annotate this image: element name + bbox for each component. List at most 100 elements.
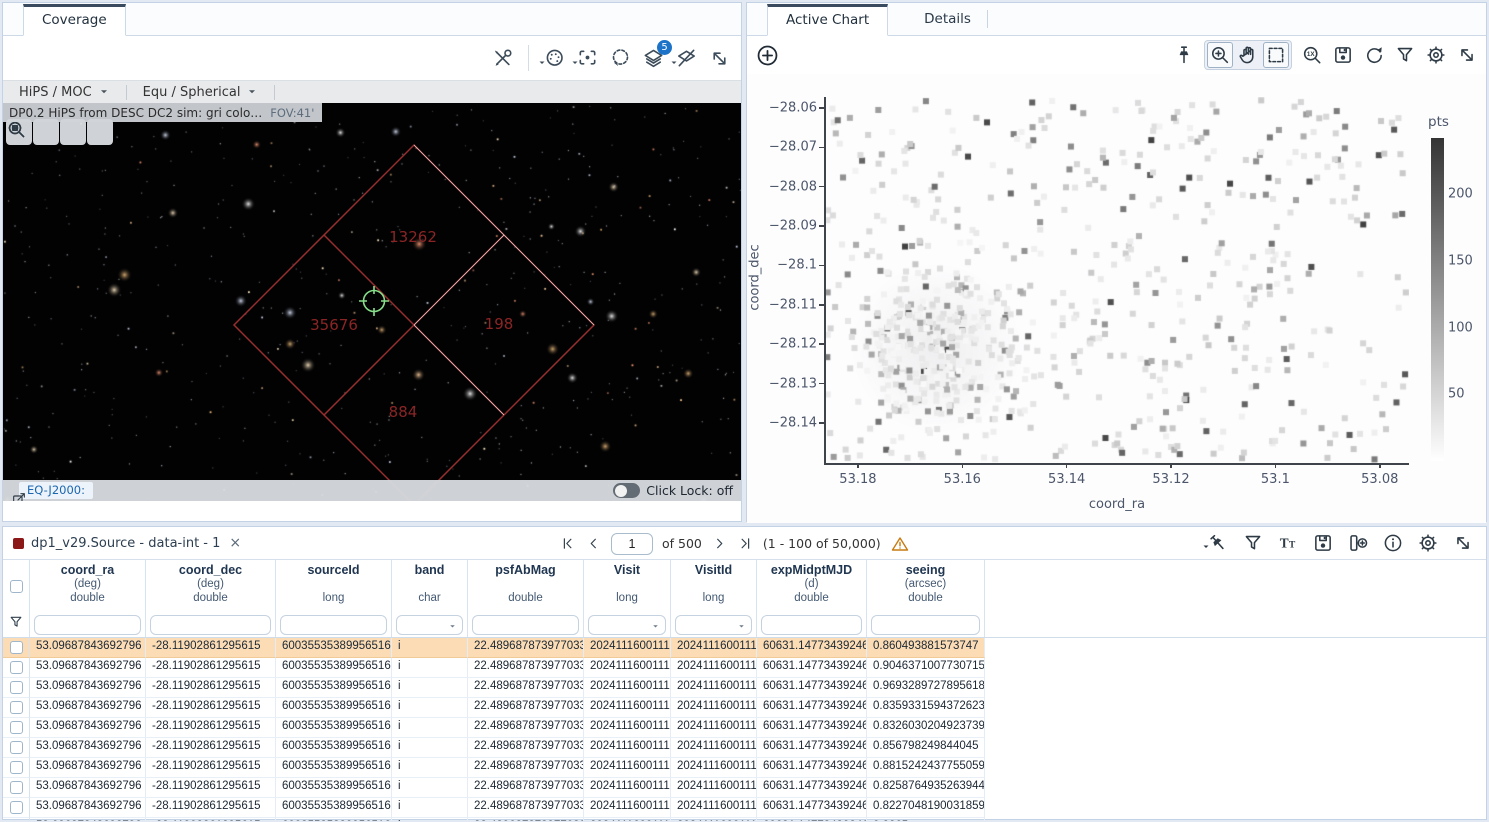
table-row[interactable]: 53.09687843692796-28.1190286129561560035…: [3, 818, 1486, 821]
table-row[interactable]: 53.09687843692796-28.1190286129561560035…: [3, 678, 1486, 698]
save-icon[interactable]: [1312, 532, 1334, 554]
expand-icon[interactable]: [708, 47, 731, 70]
save-icon[interactable]: [1332, 44, 1354, 66]
column-header-VisitId[interactable]: VisitIdlong: [671, 560, 757, 612]
pin-icon[interactable]: [1207, 532, 1229, 554]
layers-icon[interactable]: 5: [642, 47, 665, 70]
column-header-Visit[interactable]: Visitlong: [584, 560, 671, 612]
row-checkbox[interactable]: [10, 781, 23, 794]
layers-hide-icon[interactable]: [675, 47, 698, 70]
chart-plot-area[interactable]: coord_dec coord_ra pts −28.06 −28.07 −28…: [747, 74, 1486, 523]
table-row[interactable]: 53.09687843692796-28.1190286129561560035…: [3, 778, 1486, 798]
column-header-expMidptMJD[interactable]: expMidptMJD(d)double: [757, 560, 867, 612]
zoom-fit-icon[interactable]: [60, 119, 86, 145]
column-header-coord_ra[interactable]: coord_ra(deg)double: [30, 560, 146, 612]
tab-coverage[interactable]: Coverage: [23, 4, 126, 36]
moc-tile-label: 884: [389, 403, 418, 421]
column-header-seeing[interactable]: seeing(arcsec)double: [867, 560, 985, 612]
filter-input-coord_dec[interactable]: [150, 615, 271, 635]
prev-page-icon[interactable]: [585, 535, 602, 552]
colorbar-tick-label: 100: [1448, 320, 1473, 335]
table-row[interactable]: 53.09687843692796-28.1190286129561560035…: [3, 638, 1486, 658]
heatmap-canvas[interactable]: [824, 97, 1409, 463]
tab-active-chart[interactable]: Active Chart: [767, 4, 888, 36]
table-cell: i: [392, 638, 468, 658]
lasso-select-icon[interactable]: [609, 47, 632, 70]
tools-icon[interactable]: [491, 47, 514, 70]
text-view-icon[interactable]: TT: [1277, 532, 1299, 554]
row-checkbox[interactable]: [10, 701, 23, 714]
recenter-icon[interactable]: [576, 47, 599, 70]
selector-hips-moc[interactable]: HiPS / MOC: [3, 81, 126, 103]
table-row[interactable]: 53.09687843692796-28.1190286129561560035…: [3, 798, 1486, 818]
moc-tile-label: 35676: [310, 316, 358, 334]
column-header-psfAbMag[interactable]: psfAbMagdouble: [468, 560, 584, 612]
filter-input-psfAbMag[interactable]: [472, 615, 579, 635]
color-palette-icon[interactable]: [543, 47, 566, 70]
filter-select-band[interactable]: [396, 615, 463, 635]
column-header-band[interactable]: bandchar: [392, 560, 468, 612]
page-number-input[interactable]: [611, 533, 653, 555]
pin-icon[interactable]: [1173, 44, 1195, 66]
row-checkbox[interactable]: [10, 761, 23, 774]
info-icon[interactable]: [1382, 532, 1404, 554]
row-checkbox[interactable]: [10, 641, 23, 654]
warning-icon[interactable]: [890, 534, 910, 554]
zoom-fill-icon[interactable]: [87, 119, 113, 145]
table-cell: 22.489687873977033: [468, 678, 584, 698]
filter-input-seeing[interactable]: [871, 615, 980, 635]
filter-icon[interactable]: [1394, 44, 1416, 66]
select-area-icon[interactable]: [1263, 42, 1289, 68]
filter-select-Visit[interactable]: [588, 615, 666, 635]
column-header-sourceId[interactable]: sourceIdlong: [276, 560, 392, 612]
column-header-coord_dec[interactable]: coord_dec(deg)double: [146, 560, 276, 612]
table-row[interactable]: 53.09687843692796-28.1190286129561560035…: [3, 718, 1486, 738]
click-lock-toggle[interactable]: [613, 483, 640, 498]
last-page-icon[interactable]: [737, 535, 754, 552]
expand-icon[interactable]: [1456, 44, 1478, 66]
settings-icon[interactable]: [1417, 532, 1439, 554]
zoom-out-icon[interactable]: [33, 119, 59, 145]
filter-select-VisitId[interactable]: [675, 615, 752, 635]
filter-icon[interactable]: [8, 614, 24, 635]
table-row[interactable]: 53.09687843692796-28.1190286129561560035…: [3, 698, 1486, 718]
filter-icon[interactable]: [1242, 532, 1264, 554]
table-tab[interactable]: dp1_v29.Source - data-int - 1 ×: [3, 535, 253, 551]
zoom-in-icon[interactable]: [1207, 42, 1233, 68]
table-cell: 22.489687873977033: [468, 778, 584, 798]
zoom-1x-icon[interactable]: 1X: [1301, 44, 1323, 66]
settings-icon[interactable]: [1425, 44, 1447, 66]
table-row[interactable]: 53.09687843692796-28.1190286129561560035…: [3, 658, 1486, 678]
first-page-icon[interactable]: [559, 535, 576, 552]
row-checkbox[interactable]: [10, 721, 23, 734]
filter-input-coord_ra[interactable]: [34, 615, 141, 635]
filter-input-expMidptMJD[interactable]: [761, 615, 862, 635]
coverage-panel: Coverage 5 HiPS / MOCEqu / Spherical 132…: [2, 2, 742, 522]
pan-hand-icon[interactable]: [1235, 42, 1261, 68]
hips-info-chip: DP0.2 HiPS from DESC DC2 sim: gri colo… …: [3, 103, 322, 122]
table-cell: 2024111600111: [584, 718, 671, 738]
restore-icon[interactable]: [1363, 44, 1385, 66]
x-tick-mark: [1379, 463, 1381, 468]
next-page-icon[interactable]: [711, 535, 728, 552]
add-column-icon[interactable]: [1347, 532, 1369, 554]
row-checkbox[interactable]: [10, 741, 23, 754]
table-cell: -28.11902861295615: [146, 678, 276, 698]
table-cell: -28.11902861295615: [146, 658, 276, 678]
tab-details[interactable]: Details: [908, 4, 987, 36]
row-checkbox[interactable]: [10, 681, 23, 694]
table-cell: 0.8265: [867, 818, 985, 821]
selector-equ-spherical[interactable]: Equ / Spherical: [127, 81, 275, 103]
y-tick-label: −28.13: [755, 376, 817, 391]
select-all-checkbox[interactable]: [10, 580, 23, 593]
table-row[interactable]: 53.09687843692796-28.1190286129561560035…: [3, 758, 1486, 778]
sky-viewer[interactable]: 1326235676198884 DP0.2 HiPS from DESC DC…: [3, 103, 741, 501]
table-filter-row: [3, 612, 1486, 638]
row-checkbox[interactable]: [10, 661, 23, 674]
close-table-icon[interactable]: ×: [227, 535, 243, 551]
filter-input-sourceId[interactable]: [280, 615, 387, 635]
add-chart-button[interactable]: [755, 43, 780, 68]
row-checkbox[interactable]: [10, 801, 23, 814]
expand-icon[interactable]: [1452, 532, 1474, 554]
table-row[interactable]: 53.09687843692796-28.1190286129561560035…: [3, 738, 1486, 758]
